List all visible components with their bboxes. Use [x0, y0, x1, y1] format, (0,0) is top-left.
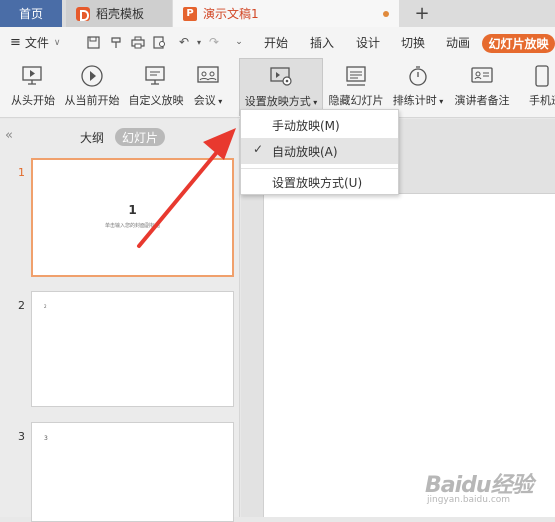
speaker-notes-button[interactable]: 演讲者备注 [453, 58, 511, 116]
slideshow-settings-button[interactable]: 设置放映方式 ▾ [239, 58, 323, 116]
meeting-button[interactable]: 会议 ▾ [190, 58, 226, 116]
custom-show-label: 自定义放映 [128, 94, 184, 107]
menu-slideshow-label: 幻灯片放映 [488, 37, 549, 51]
print-icon[interactable] [131, 36, 145, 49]
meeting-label: 会议 ▾ [193, 94, 223, 107]
menu-bar: ≡ 文件 ∨ ↶ ▾ ↷ ⌄ 开始 插入 设计 切换 动画 [0, 27, 555, 58]
tab-document[interactable]: P 演示文稿1 [173, 0, 399, 27]
slide-thumbnail-2[interactable]: 2 [31, 291, 234, 407]
plus-icon: + [414, 3, 430, 24]
slide-thumbnail-1[interactable]: 1 单击输入您的封面副标题 [31, 158, 234, 277]
redo-icon[interactable]: ↷ [207, 36, 221, 49]
presentation-file-icon: P [183, 6, 197, 21]
phone-remote-icon [534, 64, 555, 88]
tab-home-label: 首页 [18, 7, 43, 21]
speaker-notes-icon [470, 64, 494, 88]
slide-thumb-subtitle: 单击输入您的封面副标题 [104, 223, 160, 229]
docer-logo-icon [76, 6, 90, 21]
rehearse-timing-button[interactable]: 排练计时 ▾ [391, 58, 445, 116]
phone-remote-label: 手机遥 [529, 94, 555, 107]
menu-animation-label: 动画 [446, 36, 471, 50]
hamburger-icon: ≡ [10, 35, 21, 50]
auto-show-option[interactable]: ✓ 自动放映(A) [241, 138, 398, 164]
menu-start[interactable]: 开始 [264, 27, 288, 58]
menu-design[interactable]: 设计 [356, 27, 380, 58]
slide-number: 1 [18, 166, 25, 179]
slide-number: 3 [18, 430, 25, 443]
tab-template-label: 稻壳模板 [96, 7, 145, 21]
baidu-watermark: Baidu经验 jingyan.baidu.com [425, 467, 535, 511]
play-from-current-icon [80, 64, 104, 88]
speaker-notes-label: 演讲者备注 [454, 94, 510, 107]
title-tab-bar: 首页 稻壳模板 P 演示文稿1 + [0, 0, 555, 27]
custom-show-icon [144, 64, 168, 88]
meeting-icon [196, 64, 220, 88]
play-from-start-label: 从头开始 [11, 94, 55, 107]
save-icon[interactable] [86, 36, 100, 49]
show-settings-option[interactable]: 设置放映方式(U) [241, 169, 398, 195]
slideshow-settings-icon [269, 65, 293, 89]
slide-number: 2 [18, 299, 25, 312]
unsaved-dot-icon [383, 11, 389, 17]
menu-start-label: 开始 [264, 36, 289, 50]
slide-thumb-text: 3 [44, 435, 48, 442]
undo-icon[interactable]: ↶ [177, 36, 191, 49]
hide-slide-icon [344, 64, 368, 88]
menu-animation[interactable]: 动画 [446, 27, 470, 58]
rehearse-timing-icon [406, 64, 430, 88]
checkmark-icon: ✓ [253, 142, 264, 156]
menu-transition[interactable]: 切换 [401, 27, 425, 58]
menu-insert-label: 插入 [310, 36, 335, 50]
chevron-down-icon: ∨ [53, 37, 61, 48]
file-menu-label: 文件 [24, 36, 49, 50]
format-painter-icon[interactable] [109, 36, 123, 49]
play-from-current-label: 从当前开始 [64, 94, 120, 107]
slide-panel-header: « 大纲 幻灯片 [0, 119, 240, 153]
show-settings-label: 设置放映方式(U) [272, 175, 363, 190]
slide-panel: « 大纲 幻灯片 1 1 单击输入您的封面副标题 2 2 3 3 [0, 119, 240, 522]
new-tab-button[interactable]: + [408, 0, 436, 27]
outline-tab[interactable]: 大纲 [80, 129, 104, 146]
menu-slideshow-tab[interactable]: 幻灯片放映 [482, 34, 555, 53]
manual-show-option[interactable]: 手动放映(M) [241, 112, 398, 138]
customize-toolbar-icon[interactable]: ⌄ [232, 36, 246, 49]
slides-tab[interactable]: 幻灯片 [115, 128, 165, 146]
slide-thumb-title: 1 [128, 203, 137, 217]
manual-show-label: 手动放映(M) [272, 118, 340, 133]
menu-insert[interactable]: 插入 [310, 27, 334, 58]
tab-home[interactable]: 首页 [0, 0, 62, 27]
play-from-current-button[interactable]: 从当前开始 [63, 58, 121, 116]
rehearse-timing-label: 排练计时 ▾ [392, 94, 444, 107]
file-menu[interactable]: ≡ 文件 ∨ [10, 27, 61, 58]
slide-thumb-text: 2 [44, 304, 47, 309]
watermark-url-text: jingyan.baidu.com [427, 495, 511, 505]
slideshow-settings-label: 设置放映方式 ▾ [244, 95, 318, 108]
undo-dropdown-icon[interactable]: ▾ [192, 36, 206, 49]
tab-document-label: 演示文稿1 [203, 7, 259, 21]
print-preview-icon[interactable] [153, 36, 167, 49]
tab-template[interactable]: 稻壳模板 [66, 0, 172, 27]
play-from-start-button[interactable]: 从头开始 [8, 58, 58, 116]
hide-slide-button[interactable]: 隐藏幻灯片 [327, 58, 385, 116]
phone-remote-button[interactable]: 手机遥 [526, 58, 555, 116]
slideshow-mode-dropdown: 手动放映(M) ✓ 自动放映(A) 设置放映方式(U) [240, 109, 399, 195]
custom-show-button[interactable]: 自定义放映 [127, 58, 185, 116]
menu-design-label: 设计 [356, 36, 381, 50]
slide-thumbnail-3[interactable]: 3 [31, 422, 234, 522]
auto-show-label: 自动放映(A) [272, 144, 338, 159]
collapse-panel-icon[interactable]: « [5, 128, 13, 143]
hide-slide-label: 隐藏幻灯片 [328, 94, 384, 107]
play-from-start-icon [21, 64, 45, 88]
menu-transition-label: 切换 [401, 36, 426, 50]
